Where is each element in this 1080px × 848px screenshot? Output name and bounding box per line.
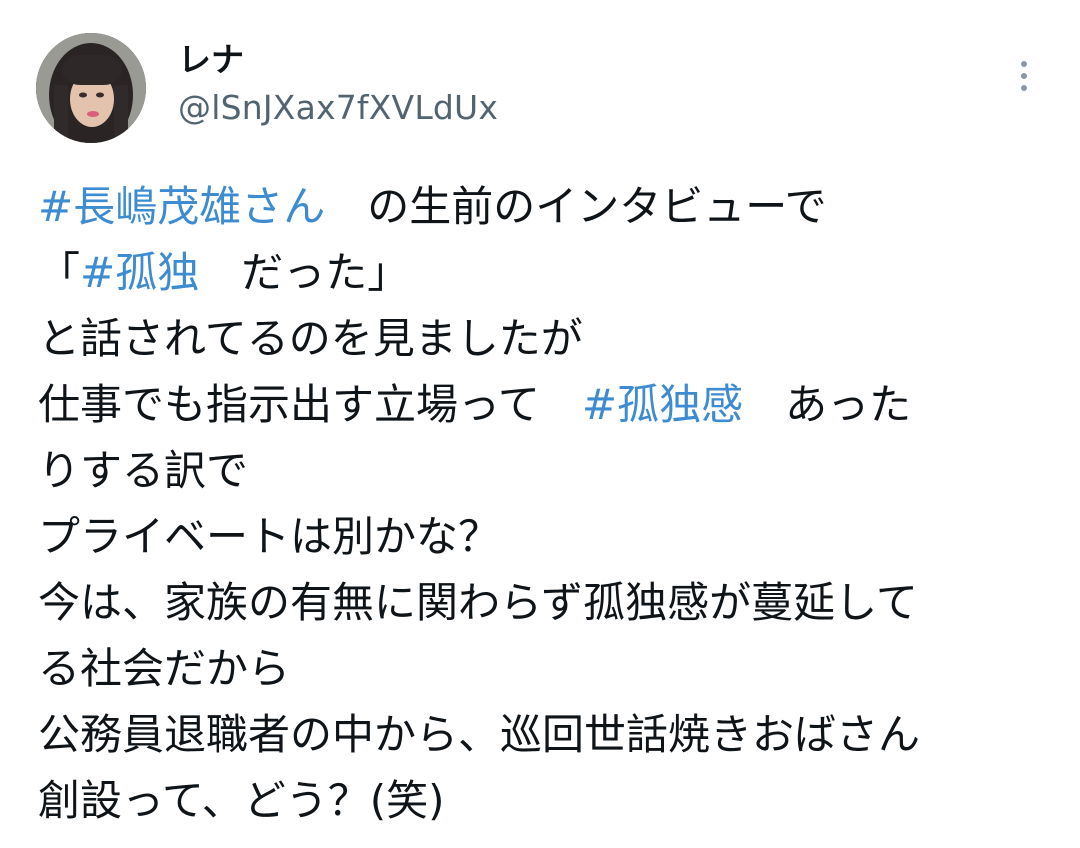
tweet-text-segment: と話されてるのを見ましたが xyxy=(38,314,583,363)
tweet-text-line: 仕事でも指示出す立場って #孤独感 あった xyxy=(38,372,1058,438)
tweet-text-line: 公務員退職者の中から、巡回世話焼きおばさん xyxy=(38,702,1058,768)
tweet-text-segment: だった」 xyxy=(199,248,410,297)
tweet-text-segment: 「 xyxy=(38,248,81,297)
tweet-text-line: 創設って、どう？(笑) xyxy=(38,768,1058,834)
more-options-button[interactable] xyxy=(1004,56,1044,96)
tweet-text-line: りする訳で xyxy=(38,438,1058,504)
user-avatar-photo-icon xyxy=(36,33,146,143)
tweet-text-line: と話されてるのを見ましたが xyxy=(38,306,1058,372)
author-display-name[interactable]: レナ xyxy=(178,38,244,82)
hashtag-link[interactable]: #孤独 xyxy=(80,248,199,297)
tweet-text-segment: の生前のインタビューで xyxy=(325,182,827,231)
tweet-text: #長嶋茂雄さん の生前のインタビューで 「#孤独 だった」 と話されてるのを見ました… xyxy=(38,174,1058,834)
tweet-text-segment: る社会だから xyxy=(38,644,291,693)
tweet-text-line: #長嶋茂雄さん の生前のインタビューで xyxy=(38,174,1058,240)
author-handle[interactable]: @lSnJXax7fXVLdUx xyxy=(178,86,498,130)
tweet-text-segment: 公務員退職者の中から、巡回世話焼きおばさん xyxy=(38,710,921,759)
tweet-text-segment: 今は、家族の有無に関わらず孤独感が蔓延して xyxy=(38,578,918,627)
tweet-text-line: 「#孤独 だった」 xyxy=(38,240,1058,306)
hashtag-link[interactable]: #長嶋茂雄さん xyxy=(38,182,325,231)
tweet: レナ @lSnJXax7fXVLdUx #長嶋茂雄さん の生前のインタビューで「… xyxy=(0,0,1080,848)
hashtag-link[interactable]: #孤独感 xyxy=(582,380,743,429)
tweet-text-line: る社会だから xyxy=(38,636,1058,702)
tweet-text-line: プライベートは別かな？ xyxy=(38,504,1058,570)
more-vertical-icon-dot xyxy=(1021,85,1027,91)
more-vertical-icon xyxy=(1021,61,1027,67)
tweet-text-segment: 仕事でも指示出す立場って xyxy=(38,380,582,429)
tweet-text-segment: プライベートは別かな？ xyxy=(38,512,501,561)
author-avatar[interactable] xyxy=(36,33,146,143)
tweet-text-line: 今は、家族の有無に関わらず孤独感が蔓延して xyxy=(38,570,1058,636)
tweet-text-segment: 創設って、どう？(笑) xyxy=(38,776,445,825)
tweet-text-segment: りする訳で xyxy=(38,446,249,495)
more-vertical-icon-dot xyxy=(1021,73,1027,79)
tweet-text-segment: あった xyxy=(743,380,912,429)
